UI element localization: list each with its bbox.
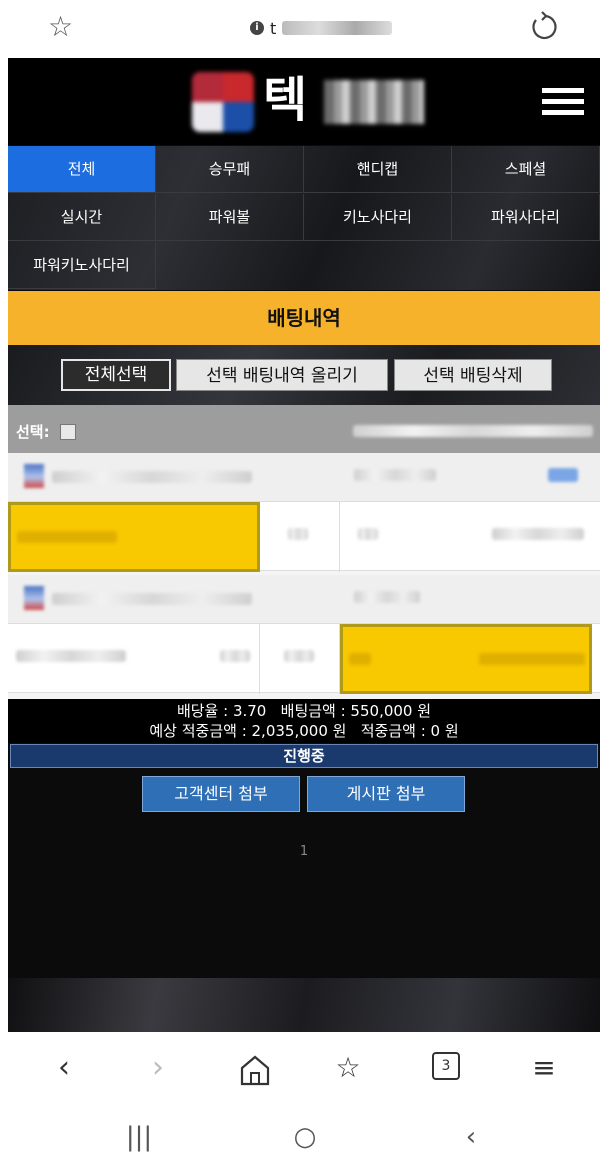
home-icon[interactable] [238, 1054, 272, 1086]
redacted-domain [282, 21, 393, 35]
system-nav-bar: ||| ○ ‹ [0, 1104, 600, 1170]
tabs-icon[interactable]: 3 [432, 1052, 460, 1080]
site-footer [8, 978, 600, 1032]
recent-apps-icon[interactable]: ||| [124, 1122, 154, 1152]
away-pick-cell[interactable] [340, 502, 600, 572]
redacted-league [52, 471, 252, 483]
attach-customer-center-button[interactable]: 고객센터 첨부 [142, 776, 300, 812]
redacted-logo [324, 80, 424, 124]
tab-live[interactable]: 실시간 [8, 194, 156, 241]
system-back-icon[interactable]: ‹ [456, 1122, 486, 1152]
redacted-home-team [16, 650, 126, 662]
tab-keno-ladder[interactable]: 키노사다리 [304, 194, 452, 241]
redacted-league [52, 593, 252, 605]
bet-row-header [8, 575, 600, 623]
action-bar: 전체선택 선택 배팅내역 올리기 선택 배팅삭제 [8, 345, 600, 405]
redacted-home-team [17, 531, 117, 543]
home-pick-cell[interactable] [8, 624, 260, 694]
redacted-home-odds [220, 650, 250, 662]
url-text: t [270, 18, 277, 38]
bookmarks-icon[interactable]: ☆ [330, 1050, 366, 1086]
bet-row [8, 501, 600, 572]
redacted-bet-date [353, 425, 593, 437]
menu-icon[interactable]: ≡ [526, 1050, 562, 1086]
draw-cell[interactable] [260, 502, 340, 572]
site-header: 텍 [8, 58, 600, 145]
tab-all[interactable]: 전체 [8, 146, 156, 193]
redacted-draw-odds [288, 528, 308, 540]
redacted-draw-odds [284, 650, 314, 662]
expected-and-won: 예상 적중금액 : 2,035,000 원 적중금액 : 0 원 [149, 722, 459, 740]
redacted-away-team [479, 653, 585, 665]
bookmark-star-icon[interactable]: ☆ [48, 12, 78, 42]
tab-handicap[interactable]: 핸디캡 [304, 146, 452, 193]
back-icon[interactable]: ‹ [46, 1050, 82, 1086]
league-flag-icon [24, 586, 44, 610]
page-title: 배팅내역 [8, 291, 600, 345]
bet-list: 선택: [8, 405, 600, 699]
reload-icon[interactable] [528, 10, 562, 44]
redacted-time [354, 591, 420, 603]
attach-board-button[interactable]: 게시판 첨부 [307, 776, 465, 812]
redacted-away-odds [358, 528, 378, 540]
tab-power-ladder[interactable]: 파워사다리 [452, 194, 600, 241]
redacted-away-odds [349, 653, 371, 665]
away-pick-cell[interactable] [340, 624, 592, 694]
tab-special[interactable]: 스페셜 [452, 146, 600, 193]
bet-list-header: 선택: [8, 405, 600, 453]
site-logo-text[interactable]: 텍 [263, 70, 307, 130]
select-all-button[interactable]: 전체선택 [61, 359, 171, 391]
select-label: 선택: [16, 423, 50, 441]
category-nav: 전체 승무패 핸디캡 스페셜 실시간 파워볼 키노사다리 파워사다리 파워키노사… [8, 146, 600, 290]
redacted-time [354, 469, 436, 481]
redacted-away-team [492, 528, 584, 540]
select-checkbox[interactable] [60, 424, 76, 440]
draw-cell[interactable] [260, 624, 340, 694]
site-container: 텍 전체 승무패 핸디캡 스페셜 실시간 파워볼 키노사다리 파워사다리 파워키… [8, 58, 600, 1032]
league-flag-icon [24, 464, 44, 488]
browser-url-bar: ☆ i t [0, 0, 600, 56]
home-circle-icon[interactable]: ○ [290, 1122, 320, 1152]
odds-and-stake: 배당율 : 3.70 배팅금액 : 550,000 원 [176, 702, 432, 720]
delete-selected-button[interactable]: 선택 배팅삭제 [394, 359, 552, 391]
tab-power-keno-ladder[interactable]: 파워키노사다리 [8, 242, 156, 289]
upload-selected-button[interactable]: 선택 배팅내역 올리기 [176, 359, 388, 391]
hamburger-menu-icon[interactable] [542, 88, 584, 116]
browser-bottom-nav: ‹ › ☆ 3 ≡ [0, 1032, 600, 1104]
home-pick-cell[interactable] [8, 502, 260, 572]
site-info-icon[interactable]: i [250, 21, 264, 35]
pagination-page-1[interactable]: 1 [8, 844, 600, 859]
logo-emblem-icon[interactable] [192, 72, 254, 132]
tab-powerball[interactable]: 파워볼 [156, 194, 304, 241]
url-field[interactable]: i t [250, 17, 393, 39]
redacted-status-tag [548, 468, 578, 482]
status-badge: 진행중 [10, 744, 598, 768]
bet-row-header [8, 453, 600, 501]
bet-row [8, 623, 600, 694]
tab-win-draw-lose[interactable]: 승무패 [156, 146, 304, 193]
bet-summary: 배당율 : 3.70 배팅금액 : 550,000 원 예상 적중금액 : 2,… [8, 699, 600, 743]
forward-icon[interactable]: › [140, 1050, 176, 1086]
